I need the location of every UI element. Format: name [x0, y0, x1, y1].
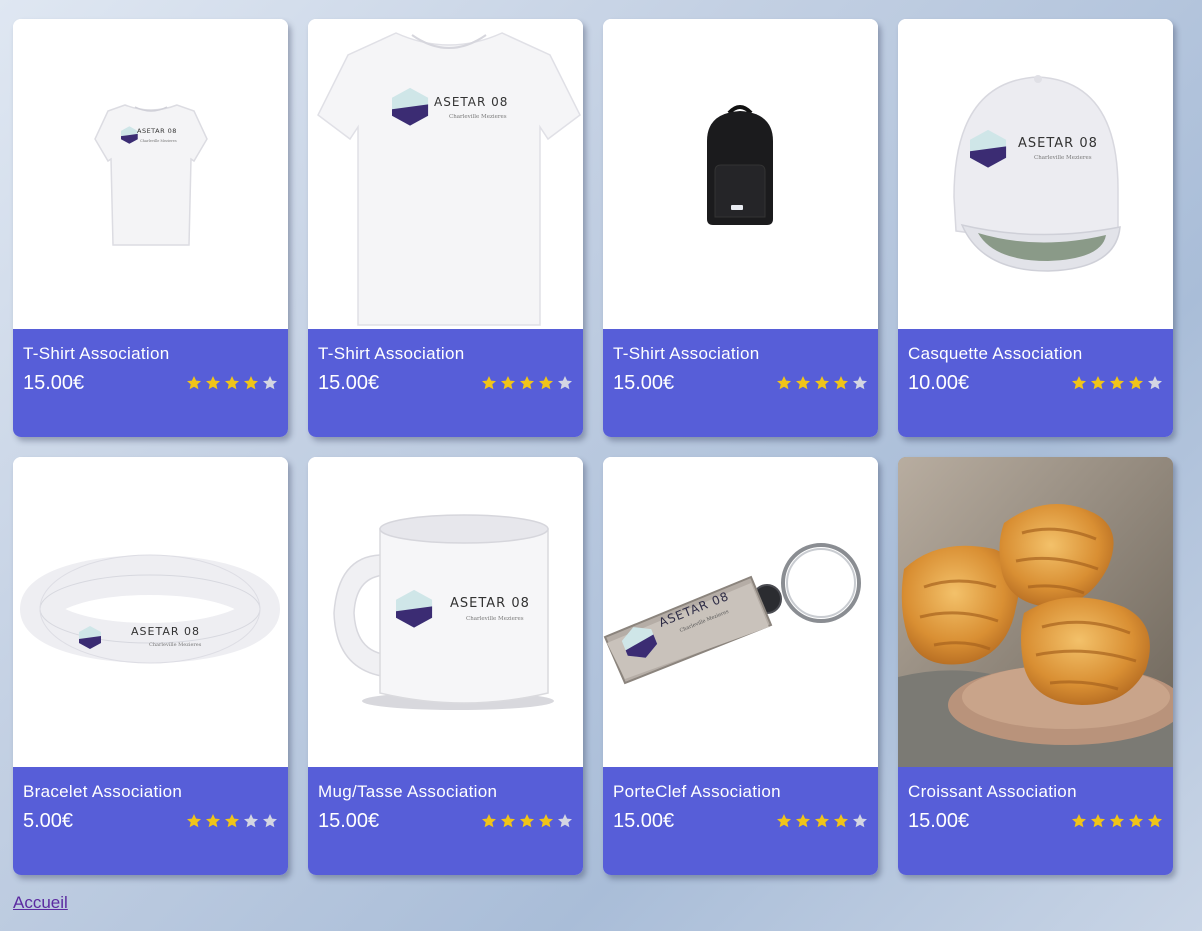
rating-stars — [1071, 375, 1163, 391]
product-grid: ASETAR 08 Charleville Mezieres T-Shirt A… — [13, 19, 1173, 875]
svg-text:Charleville Mezieres: Charleville Mezieres — [449, 114, 507, 120]
star-icon — [501, 376, 515, 390]
rating-stars — [1071, 813, 1163, 829]
svg-text:Charleville Mezieres: Charleville Mezieres — [149, 642, 202, 648]
star-icon — [1072, 376, 1086, 390]
star-icon — [1110, 376, 1124, 390]
star-icon — [206, 814, 220, 828]
star-icon — [1129, 376, 1143, 390]
star-icon — [1148, 814, 1162, 828]
product-card[interactable]: T-Shirt Association 15.00€ — [603, 19, 878, 437]
product-card[interactable]: ASETAR 08 Charleville Mezieres Mug/Tasse… — [308, 457, 583, 875]
star-icon — [853, 814, 867, 828]
product-card[interactable]: ASETAR 08 Charleville Mezieres T-Shirt A… — [308, 19, 583, 437]
product-image — [603, 19, 878, 329]
star-icon — [482, 376, 496, 390]
product-name: T-Shirt Association — [23, 344, 170, 363]
product-image — [898, 457, 1173, 767]
product-image: ASETAR 08 Charleville Mezieres — [603, 457, 878, 767]
star-icon — [777, 376, 791, 390]
star-icon — [244, 376, 258, 390]
star-icon — [815, 376, 829, 390]
product-card[interactable]: Croissant Association 15.00€ — [898, 457, 1173, 875]
product-price: 15.00€ — [908, 810, 970, 832]
star-icon — [225, 814, 239, 828]
star-icon — [853, 376, 867, 390]
product-price: 15.00€ — [613, 810, 675, 832]
star-icon — [834, 376, 848, 390]
star-icon — [482, 814, 496, 828]
svg-text:ASETAR 08: ASETAR 08 — [1018, 136, 1098, 151]
product-price: 5.00€ — [23, 810, 74, 832]
star-icon — [520, 376, 534, 390]
product-card[interactable]: ASETAR 08 Charleville Mezieres PorteClef… — [603, 457, 878, 875]
star-icon — [777, 814, 791, 828]
product-name: Mug/Tasse Association — [318, 782, 498, 801]
product-price: 10.00€ — [908, 372, 970, 394]
star-icon — [796, 376, 810, 390]
rating-stars — [776, 813, 868, 829]
rating-stars — [481, 813, 573, 829]
star-icon — [187, 814, 201, 828]
product-image: ASETAR 08 Charleville Mezieres — [308, 457, 583, 767]
home-link[interactable]: Accueil — [13, 893, 68, 913]
star-icon — [558, 376, 572, 390]
svg-text:Charleville Mezieres: Charleville Mezieres — [466, 616, 524, 622]
product-image: ASETAR 08 Charleville Mezieres — [898, 19, 1173, 329]
product-image: ASETAR 08 Charleville Mezieres — [13, 19, 288, 329]
star-icon — [244, 814, 258, 828]
star-icon — [539, 376, 553, 390]
star-icon — [1148, 376, 1162, 390]
star-icon — [501, 814, 515, 828]
star-icon — [815, 814, 829, 828]
svg-text:Charleville Mezieres: Charleville Mezieres — [140, 139, 177, 143]
product-name: T-Shirt Association — [318, 344, 465, 363]
rating-stars — [481, 375, 573, 391]
star-icon — [1110, 814, 1124, 828]
svg-text:ASETAR 08: ASETAR 08 — [137, 127, 177, 135]
star-icon — [558, 814, 572, 828]
star-icon — [834, 814, 848, 828]
svg-text:ASETAR 08: ASETAR 08 — [450, 596, 530, 611]
rating-stars — [186, 375, 278, 391]
product-price: 15.00€ — [318, 810, 380, 832]
star-icon — [1091, 376, 1105, 390]
svg-text:ASETAR 08: ASETAR 08 — [131, 625, 200, 638]
svg-text:Charleville Mezieres: Charleville Mezieres — [1034, 155, 1092, 161]
product-name: Casquette Association — [908, 344, 1083, 363]
product-name: Bracelet Association — [23, 782, 183, 801]
product-price: 15.00€ — [318, 372, 380, 394]
product-image: ASETAR 08 Charleville Mezieres — [308, 19, 583, 329]
star-icon — [539, 814, 553, 828]
star-icon — [263, 814, 277, 828]
product-image: ASETAR 08 Charleville Mezieres — [13, 457, 288, 767]
star-icon — [187, 376, 201, 390]
rating-stars — [186, 813, 278, 829]
star-icon — [1072, 814, 1086, 828]
product-card[interactable]: ASETAR 08 Charleville Mezieres T-Shirt A… — [13, 19, 288, 437]
product-price: 15.00€ — [23, 372, 85, 394]
product-card[interactable]: ASETAR 08 Charleville Mezieres Casquette… — [898, 19, 1173, 437]
star-icon — [225, 376, 239, 390]
product-name: Croissant Association — [908, 782, 1077, 801]
star-icon — [206, 376, 220, 390]
product-price: 15.00€ — [613, 372, 675, 394]
product-name: T-Shirt Association — [613, 344, 760, 363]
star-icon — [520, 814, 534, 828]
rating-stars — [776, 375, 868, 391]
star-icon — [1091, 814, 1105, 828]
star-icon — [263, 376, 277, 390]
star-icon — [796, 814, 810, 828]
star-icon — [1129, 814, 1143, 828]
product-card[interactable]: ASETAR 08 Charleville Mezieres Bracelet … — [13, 457, 288, 875]
product-name: PorteClef Association — [613, 782, 781, 801]
svg-text:ASETAR 08: ASETAR 08 — [434, 95, 508, 109]
